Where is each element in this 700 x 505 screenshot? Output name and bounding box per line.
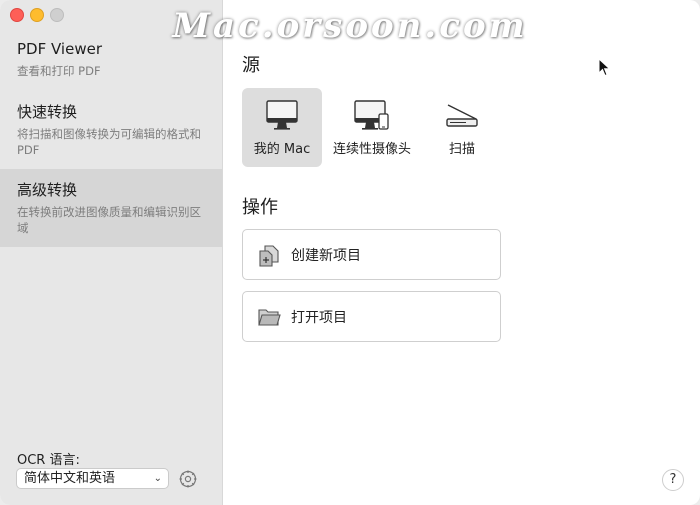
source-heading: 源	[242, 55, 260, 76]
gear-icon	[179, 470, 197, 488]
ocr-language-label: OCR 语言:	[17, 453, 80, 468]
sidebar-item-description: 在转换前改进图像质量和编辑识别区域	[17, 205, 201, 235]
mouse-pointer-icon	[598, 58, 611, 77]
source-label: 扫描	[448, 142, 475, 157]
source-my-mac[interactable]: 我的 Mac	[242, 88, 322, 167]
imac-icon	[266, 100, 298, 130]
open-project-button[interactable]: 打开项目	[242, 291, 501, 342]
sidebar-item-title: 快速转换	[17, 103, 78, 121]
chevron-down-icon: ⌄	[153, 473, 162, 484]
close-window-button[interactable]	[10, 8, 24, 22]
minimize-window-button[interactable]	[30, 8, 44, 22]
sidebar-item-advanced-convert[interactable]: 高级转换 在转换前改进图像质量和编辑识别区域	[0, 169, 222, 247]
ocr-language-value: 简体中文和英语	[24, 471, 116, 486]
app-window: Mac.orsoon.com PDF Viewer 查看和打印 PDF 快速转换…	[0, 0, 700, 505]
help-button[interactable]: ?	[662, 469, 684, 491]
zoom-window-button[interactable]	[50, 8, 64, 22]
sidebar-item-title: PDF Viewer	[17, 40, 102, 58]
sidebar-item-description: 查看和打印 PDF	[17, 64, 101, 78]
source-scanner[interactable]: 扫描	[422, 88, 502, 167]
sidebar-item-description: 将扫描和图像转换为可编辑的格式和 PDF	[17, 127, 201, 157]
sidebar-item-quick-convert[interactable]: 快速转换 将扫描和图像转换为可编辑的格式和 PDF	[0, 103, 222, 167]
actions-heading: 操作	[242, 197, 278, 218]
action-label: 创建新项目	[291, 248, 361, 264]
create-new-project-button[interactable]: 创建新项目	[242, 229, 501, 280]
window-controls	[10, 8, 64, 22]
ocr-settings-button[interactable]	[178, 469, 198, 489]
sidebar-item-pdf-viewer[interactable]: PDF Viewer 查看和打印 PDF	[0, 40, 222, 90]
scanner-icon	[446, 104, 478, 127]
folder-icon	[258, 309, 281, 326]
action-label: 打开项目	[291, 310, 347, 326]
source-continuity-camera[interactable]: 连续性摄像头	[332, 88, 412, 167]
new-project-icon	[259, 245, 279, 267]
continuity-camera-icon	[354, 100, 389, 130]
sidebar: PDF Viewer 查看和打印 PDF 快速转换 将扫描和图像转换为可编辑的格…	[0, 0, 223, 505]
ocr-language-select[interactable]: 简体中文和英语 ⌄	[16, 468, 169, 489]
sidebar-item-title: 高级转换	[17, 181, 78, 199]
